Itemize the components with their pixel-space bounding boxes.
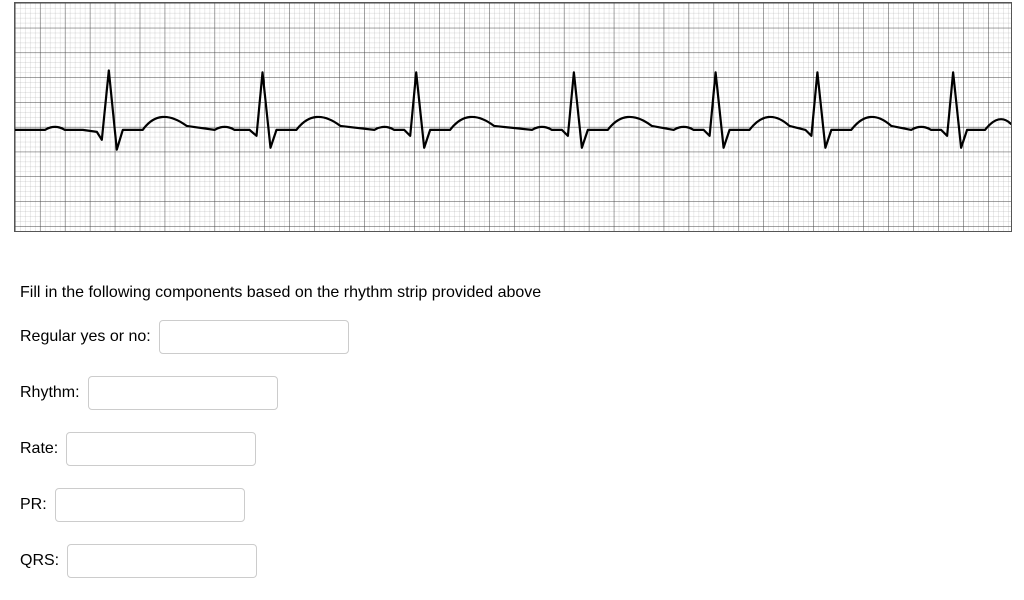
field-rate: Rate:: [20, 432, 1024, 466]
input-qrs[interactable]: [67, 544, 257, 578]
field-qrs: QRS:: [20, 544, 1024, 578]
ecg-grid: [15, 3, 1011, 231]
input-pr[interactable]: [55, 488, 245, 522]
label-rhythm: Rhythm:: [20, 384, 80, 402]
input-rhythm[interactable]: [88, 376, 278, 410]
label-regular: Regular yes or no:: [20, 328, 151, 346]
field-rhythm: Rhythm:: [20, 376, 1024, 410]
input-regular[interactable]: [159, 320, 349, 354]
label-pr: PR:: [20, 496, 47, 514]
ecg-rhythm-strip: [14, 2, 1012, 232]
label-rate: Rate:: [20, 440, 58, 458]
label-qrs: QRS:: [20, 552, 59, 570]
instruction-text: Fill in the following components based o…: [20, 284, 1024, 302]
form-section: Fill in the following components based o…: [0, 232, 1024, 578]
field-regular: Regular yes or no:: [20, 320, 1024, 354]
field-pr: PR:: [20, 488, 1024, 522]
input-rate[interactable]: [66, 432, 256, 466]
